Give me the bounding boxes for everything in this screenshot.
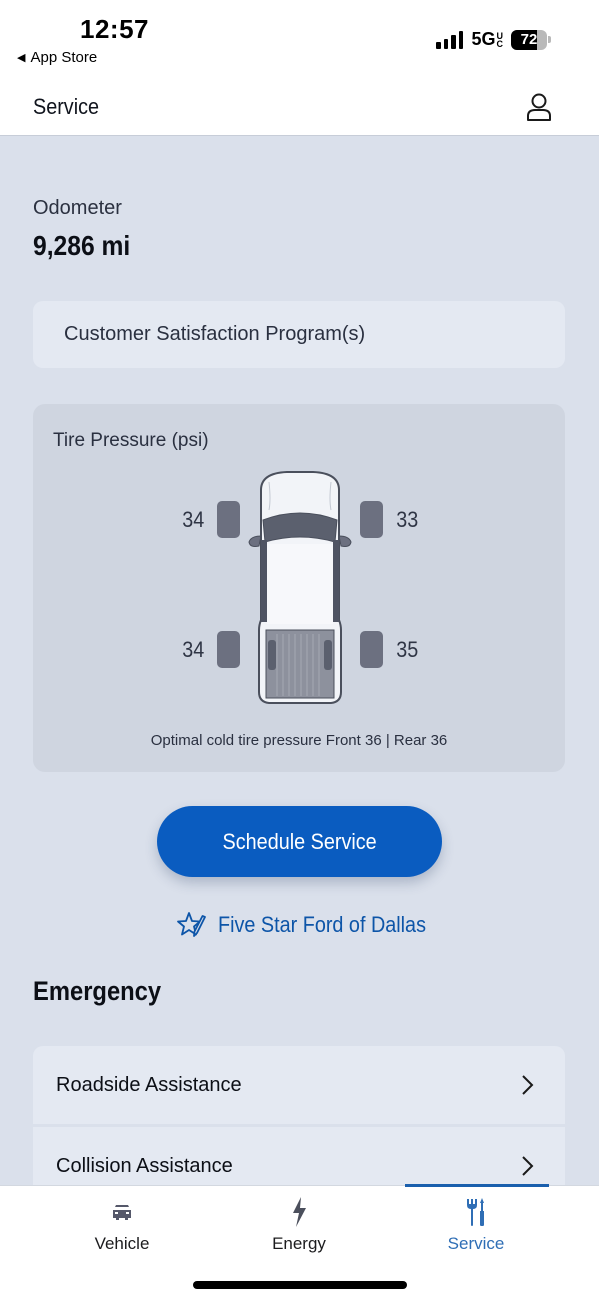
tab-label: Service (447, 1234, 505, 1253)
csp-label: Customer Satisfaction Program(s) (64, 323, 366, 345)
battery-level: 72 (520, 31, 538, 48)
preferred-dealer-link[interactable]: Five Star Ford of Dallas (176, 911, 449, 939)
list-item-label: Roadside Assistance (56, 1073, 242, 1096)
back-triangle-icon: ◀ (17, 52, 26, 64)
tab-energy[interactable]: Energy (209, 1196, 389, 1254)
status-bar: 12:57 ◀ App Store 5G UC 72 (0, 0, 599, 78)
back-app-label: App Store (30, 49, 98, 66)
tire-rear-left-icon (217, 631, 240, 668)
customer-satisfaction-programs-card[interactable]: Customer Satisfaction Program(s) (33, 301, 565, 368)
roadside-assistance-item[interactable]: Roadside Assistance (33, 1046, 565, 1124)
tire-front-left-value: 34 (182, 507, 205, 532)
star-pencil-icon (177, 912, 206, 937)
app-header: Service (0, 78, 599, 136)
tire-rear-right-icon (360, 631, 383, 668)
network-label: 5G (471, 29, 496, 49)
battery-icon: 72 (511, 29, 551, 50)
network-suffix: UC (496, 30, 504, 49)
car-icon (113, 1205, 131, 1220)
tab-label: Vehicle (94, 1234, 150, 1253)
truck-top-view-icon (248, 471, 352, 704)
tire-front-right-icon (360, 501, 383, 538)
person-icon (527, 93, 551, 121)
schedule-service-button[interactable]: Schedule Service (157, 806, 442, 877)
tire-front-right-value: 33 (396, 507, 419, 532)
chevron-right-icon (522, 1156, 534, 1176)
tire-rear-left-value: 34 (182, 637, 205, 662)
optimal-pressure-note: Optimal cold tire pressure Front 36 | Re… (150, 732, 448, 749)
tire-rear-right-value: 35 (396, 637, 419, 662)
signal-icon (436, 30, 464, 49)
tab-service[interactable]: Service (386, 1196, 566, 1254)
home-indicator[interactable] (193, 1281, 407, 1289)
tools-icon (467, 1198, 484, 1226)
network-indicator: 5G UC (471, 29, 503, 50)
status-time: 12:57 (80, 14, 149, 44)
tab-vehicle[interactable]: Vehicle (32, 1196, 212, 1254)
page-title: Service (33, 94, 100, 119)
list-item-label: Collision Assistance (56, 1154, 233, 1177)
lightning-icon (293, 1197, 306, 1227)
dealer-name: Five Star Ford of Dallas (218, 912, 426, 937)
odometer-value: 9,286 mi (33, 230, 131, 261)
schedule-service-label: Schedule Service (222, 828, 377, 854)
tab-label: Energy (272, 1234, 326, 1253)
back-to-app-store[interactable]: ◀ App Store (17, 49, 97, 66)
tire-pressure-card: Tire Pressure (psi) 34 33 34 35 Optimal … (33, 404, 565, 772)
tire-front-left-icon (217, 501, 240, 538)
tire-pressure-title: Tire Pressure (psi) (53, 430, 209, 451)
odometer-label: Odometer (33, 197, 122, 219)
emergency-heading: Emergency (33, 976, 162, 1006)
profile-button[interactable] (525, 92, 553, 122)
chevron-right-icon (522, 1075, 534, 1095)
status-indicators: 5G UC 72 (436, 29, 551, 50)
active-tab-indicator (405, 1184, 549, 1187)
